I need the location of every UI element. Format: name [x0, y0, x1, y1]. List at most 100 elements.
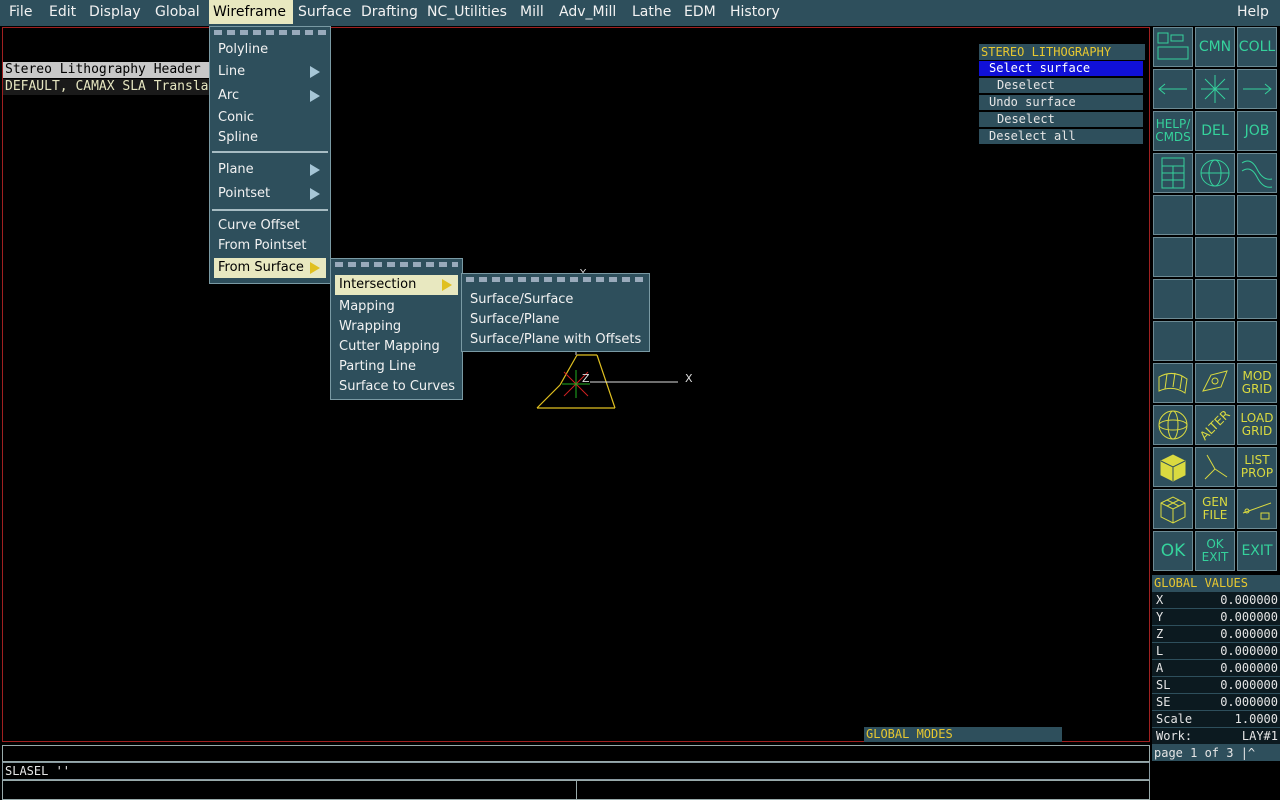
solid-cube-button[interactable] [1153, 447, 1193, 487]
undo-surface-option[interactable]: Undo surface [979, 95, 1143, 111]
menu-item-mapping[interactable]: Mapping [335, 297, 395, 317]
ok-button[interactable]: OK [1153, 531, 1193, 571]
menu-mill[interactable]: Mill [515, 0, 549, 24]
surface-wave-button[interactable] [1237, 153, 1277, 193]
help-cmds-button[interactable]: HELP/CMDS [1153, 111, 1193, 151]
deselect-option-2[interactable]: Deselect [979, 112, 1143, 128]
menu-lathe[interactable]: Lathe [627, 0, 676, 24]
menu-item-curve-offset[interactable]: Curve Offset [214, 216, 300, 236]
list-prop-button[interactable]: LIST PROP [1237, 447, 1277, 487]
view-icon-button[interactable] [1153, 27, 1193, 67]
menu-item-wrapping[interactable]: Wrapping [335, 317, 401, 337]
value-row-l: L 0.000000 [1152, 643, 1280, 659]
alter-button[interactable]: ALTER [1195, 405, 1235, 445]
menu-surface[interactable]: Surface [293, 0, 356, 24]
menu-item-surface-plane-offsets[interactable]: Surface/Plane with Offsets [466, 330, 641, 350]
wireframe-cube-icon [1160, 496, 1186, 524]
submenu-arrow-icon [310, 188, 320, 200]
menu-edm[interactable]: EDM [679, 0, 721, 24]
deselect-option[interactable]: Deselect [979, 78, 1143, 94]
menu-global[interactable]: Global [150, 0, 205, 24]
submenu-arrow-icon [310, 164, 320, 176]
select-surface-option[interactable]: Select surface [979, 61, 1143, 77]
empty-button[interactable] [1237, 237, 1277, 277]
command-line[interactable]: SLASEL '' [2, 762, 1150, 780]
empty-button[interactable] [1153, 237, 1193, 277]
right-arrow-button[interactable] [1237, 69, 1277, 109]
menu-item-from-pointset[interactable]: From Pointset [214, 236, 307, 256]
left-arrow-button[interactable] [1153, 69, 1193, 109]
submenu-arrow-icon [310, 262, 320, 274]
empty-button[interactable] [1153, 195, 1193, 235]
command-button-panel: CMN COLL HELP/CMDS DEL JOB MOD GRID ALTE… [1152, 26, 1280, 572]
mod-grid-button[interactable]: MOD GRID [1237, 363, 1277, 403]
load-grid-button[interactable]: LOAD GRID [1237, 405, 1277, 445]
submenu-arrow-icon [310, 90, 320, 102]
cmn-button[interactable]: CMN [1195, 27, 1235, 67]
menu-item-intersection[interactable]: Intersection [335, 275, 458, 295]
exit-button[interactable]: EXIT [1237, 531, 1277, 571]
empty-button[interactable] [1237, 195, 1277, 235]
menu-edit[interactable]: Edit [44, 0, 81, 24]
menu-drafting[interactable]: Drafting [356, 0, 423, 24]
del-button[interactable]: DEL [1195, 111, 1235, 151]
scale-label: Scale [1156, 712, 1193, 726]
empty-button[interactable] [1195, 237, 1235, 277]
coll-button[interactable]: COLL [1237, 27, 1277, 67]
menu-item-polyline[interactable]: Polyline [214, 40, 268, 60]
prop-label: PROP [1240, 466, 1274, 480]
calculator-button[interactable] [1153, 153, 1193, 193]
global-values-panel: GLOBAL VALUES X 0.000000 Y 0.000000 Z 0.000… [1152, 575, 1280, 761]
menu-item-arc[interactable]: Arc [214, 86, 326, 106]
menu-item-from-surface[interactable]: From Surface [214, 258, 326, 278]
sphere-button[interactable] [1195, 153, 1235, 193]
menu-item-plane[interactable]: Plane [214, 160, 326, 180]
empty-button[interactable] [1237, 321, 1277, 361]
page-indicator[interactable]: page 1 of 3 |^ [1152, 745, 1280, 761]
menu-item-spline[interactable]: Spline [214, 128, 258, 148]
menu-adv-mill[interactable]: Adv_Mill [554, 0, 621, 24]
globe-button[interactable] [1153, 405, 1193, 445]
axis-transform-button[interactable] [1195, 447, 1235, 487]
menu-item-surface-plane[interactable]: Surface/Plane [466, 310, 560, 330]
value-row-sl: SL 0.000000 [1152, 677, 1280, 693]
menu-item-cutter-mapping[interactable]: Cutter Mapping [335, 337, 440, 357]
menu-help[interactable]: Help [1232, 0, 1274, 24]
empty-button[interactable] [1237, 279, 1277, 319]
empty-button[interactable] [1195, 279, 1235, 319]
menu-history[interactable]: History [725, 0, 785, 24]
value-label: L [1156, 644, 1164, 658]
menu-item-surface-to-curves[interactable]: Surface to Curves [335, 377, 455, 397]
empty-button[interactable] [1153, 279, 1193, 319]
ok-exit-button[interactable]: OK EXIT [1195, 531, 1235, 571]
menu-item-surface-surface[interactable]: Surface/Surface [466, 290, 573, 310]
wire-cube-button[interactable] [1153, 489, 1193, 529]
dimension-button[interactable] [1237, 489, 1277, 529]
menu-grip[interactable] [335, 262, 458, 267]
empty-button[interactable] [1195, 195, 1235, 235]
value-label: SL [1156, 678, 1171, 692]
deselect-all-option[interactable]: Deselect all [979, 129, 1143, 145]
asterisk-icon [1201, 75, 1229, 103]
surface-mesh-button[interactable] [1153, 363, 1193, 403]
star-button[interactable] [1195, 69, 1235, 109]
job-button[interactable]: JOB [1237, 111, 1277, 151]
menu-item-conic[interactable]: Conic [214, 108, 254, 128]
gen-file-button[interactable]: GEN FILE [1195, 489, 1235, 529]
submenu-arrow-icon [442, 279, 452, 291]
menu-bar: File Edit Display Global Wireframe Surfa… [0, 0, 1280, 26]
from-surface-menu: Intersection Mapping Wrapping Cutter Map… [330, 258, 463, 400]
menu-item-line[interactable]: Line [214, 62, 326, 82]
menu-display[interactable]: Display [84, 0, 146, 24]
empty-button[interactable] [1195, 321, 1235, 361]
menu-item-pointset[interactable]: Pointset [214, 184, 326, 204]
global-modes-bar[interactable]: GLOBAL MODES [864, 727, 1062, 742]
solid-part-button[interactable] [1195, 363, 1235, 403]
menu-item-parting-line[interactable]: Parting Line [335, 357, 416, 377]
menu-nc-utilities[interactable]: NC_Utilities [422, 0, 512, 24]
empty-button[interactable] [1153, 321, 1193, 361]
menu-grip[interactable] [466, 277, 645, 282]
menu-wireframe[interactable]: Wireframe [209, 0, 293, 24]
menu-grip[interactable] [214, 30, 326, 35]
menu-file[interactable]: File [4, 0, 37, 24]
